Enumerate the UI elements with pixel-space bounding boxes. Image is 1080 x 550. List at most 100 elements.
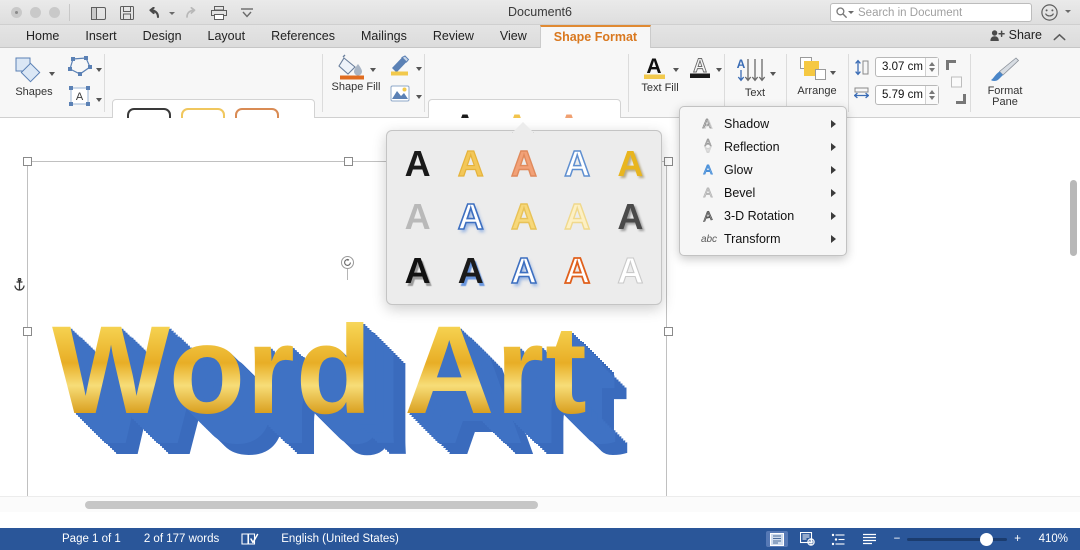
search-scope-caret-icon[interactable]	[848, 11, 854, 14]
wordart-gallery-popup[interactable]: A A A A A A A A A A A A A A A	[386, 130, 662, 305]
resize-handle-n[interactable]	[344, 157, 353, 166]
outline-icon[interactable]	[828, 531, 850, 547]
text-box-button[interactable]: A	[66, 84, 102, 108]
edit-shape-caret-icon[interactable]	[96, 68, 102, 72]
stepper-up-icon[interactable]	[929, 90, 935, 94]
edit-shape-button[interactable]	[66, 55, 102, 77]
shapes-button[interactable]: Shapes	[6, 55, 62, 98]
stepper-down-icon[interactable]	[929, 68, 935, 72]
text-outline-caret-icon[interactable]	[716, 68, 722, 72]
zoom-percent[interactable]: 410%	[1034, 533, 1068, 545]
tab-references[interactable]: References	[258, 25, 348, 48]
horizontal-scrollbar-thumb[interactable]	[85, 501, 538, 509]
shape-width-stepper[interactable]	[925, 86, 938, 104]
shape-height-input[interactable]: 3.07 cm	[875, 57, 939, 77]
zoom-button[interactable]	[49, 7, 60, 18]
zoom-track[interactable]	[907, 532, 1008, 546]
menu-item-transform[interactable]: abc Transform	[680, 227, 846, 250]
shape-height-stepper[interactable]	[925, 58, 938, 76]
tab-shape-format[interactable]: Shape Format	[539, 25, 652, 48]
tab-layout[interactable]: Layout	[195, 25, 259, 48]
wordart-gallery-cell-4[interactable]: A	[563, 145, 591, 183]
smiley-dropdown-icon[interactable]	[1065, 10, 1071, 13]
arrange-caret-icon[interactable]	[830, 71, 836, 75]
page-indicator[interactable]: Page 1 of 1	[62, 533, 121, 545]
stepper-down-icon[interactable]	[929, 96, 935, 100]
stepper-up-icon[interactable]	[929, 62, 935, 66]
wordart-gallery-cell-13[interactable]: A	[510, 252, 538, 290]
language-indicator[interactable]: English (United States)	[281, 533, 399, 545]
close-button[interactable]	[11, 7, 22, 18]
wordart-gallery-cell-3[interactable]: A	[510, 145, 537, 182]
zoom-out-button[interactable]: −	[894, 533, 901, 545]
wordart-gallery-cell-1[interactable]: A	[405, 145, 431, 182]
search-input[interactable]: Search in Document	[830, 3, 1032, 22]
wordart-gallery-cell-15[interactable]: A	[617, 252, 644, 289]
horizontal-scrollbar-track[interactable]	[0, 496, 1080, 512]
shape-width-input[interactable]: 5.79 cm	[875, 85, 939, 105]
resize-handle-nw[interactable]	[23, 157, 32, 166]
shapes-caret-icon[interactable]	[49, 72, 55, 76]
shape-effects-caret-icon[interactable]	[416, 95, 422, 99]
text-fill-caret-icon[interactable]	[673, 68, 679, 72]
tab-mailings[interactable]: Mailings	[348, 25, 420, 48]
minimize-button[interactable]	[30, 7, 41, 18]
wordart-gallery-cell-12[interactable]: A	[458, 253, 484, 289]
wordart-gallery-cell-7[interactable]: A	[457, 198, 485, 236]
wordart-text[interactable]: Word Art	[52, 308, 588, 433]
wordart-gallery-cell-6[interactable]: A	[405, 199, 431, 235]
collapse-ribbon-icon[interactable]	[1053, 31, 1066, 45]
wordart-gallery-cell-2[interactable]: A	[457, 145, 484, 182]
share-button[interactable]: Share	[990, 28, 1042, 42]
format-pane-button[interactable]: Format Pane	[973, 56, 1037, 108]
smiley-icon[interactable]	[1041, 4, 1058, 24]
text-box-caret-icon[interactable]	[96, 98, 102, 102]
wordart-gallery-cell-5[interactable]: A	[617, 145, 643, 182]
sidebar-icon[interactable]	[86, 4, 111, 22]
shape-fill-caret-icon[interactable]	[370, 68, 376, 72]
tab-review[interactable]: Review	[420, 25, 487, 48]
wordart-gallery-cell-14[interactable]: A	[563, 252, 591, 290]
arrange-button[interactable]: Arrange	[790, 56, 844, 97]
resize-handle-e[interactable]	[664, 327, 673, 336]
text-direction-caret-icon[interactable]	[770, 72, 776, 76]
web-layout-icon[interactable]	[797, 531, 819, 547]
word-count[interactable]: 2 of 177 words	[144, 533, 219, 545]
resize-handle-ne[interactable]	[664, 157, 673, 166]
shape-outline-caret-icon[interactable]	[416, 67, 422, 71]
shape-outline-button[interactable]	[388, 54, 422, 78]
tab-view[interactable]: View	[487, 25, 540, 48]
text-outline-button[interactable]: A	[688, 54, 722, 80]
wordart-gallery-cell-9[interactable]: A	[563, 198, 590, 235]
text-direction-button[interactable]: A Text	[728, 56, 782, 99]
tab-insert[interactable]: Insert	[72, 25, 129, 48]
print-icon[interactable]	[206, 4, 231, 22]
text-effects-menu[interactable]: AA Shadow AA Reflection A Glow A Bevel A…	[679, 106, 847, 256]
menu-item-glow[interactable]: A Glow	[680, 158, 846, 181]
menu-item-reflection[interactable]: AA Reflection	[680, 135, 846, 158]
undo-icon[interactable]	[142, 4, 167, 22]
wordart-gallery-cell-10[interactable]: A	[617, 199, 643, 235]
wordart-gallery-cell-8[interactable]: A	[510, 198, 537, 235]
zoom-slider[interactable]: − +	[894, 532, 1021, 546]
proofing-icon[interactable]	[241, 532, 259, 546]
menu-item-bevel[interactable]: A Bevel	[680, 181, 846, 204]
shape-fill-button[interactable]: Shape Fill	[328, 54, 384, 93]
tab-design[interactable]: Design	[130, 25, 195, 48]
shape-effects-button[interactable]	[388, 82, 422, 106]
zoom-knob[interactable]	[980, 532, 994, 546]
print-layout-icon[interactable]	[765, 531, 788, 547]
chevron-down-bar-icon[interactable]	[234, 4, 259, 22]
resize-handle-w[interactable]	[23, 327, 32, 336]
draft-icon[interactable]	[859, 531, 881, 547]
tab-home[interactable]: Home	[13, 25, 72, 48]
menu-item-3d-rotation[interactable]: A 3-D Rotation	[680, 204, 846, 227]
save-icon[interactable]	[114, 4, 139, 22]
zoom-in-button[interactable]: +	[1014, 533, 1021, 545]
undo-dropdown-icon[interactable]	[169, 11, 175, 15]
wordart-gallery-cell-11[interactable]: A	[405, 253, 431, 289]
text-fill-button[interactable]: A Text Fill	[634, 54, 686, 94]
vertical-scrollbar-thumb[interactable]	[1070, 180, 1077, 256]
crop-button[interactable]	[943, 58, 969, 109]
menu-item-shadow[interactable]: AA Shadow	[680, 112, 846, 135]
